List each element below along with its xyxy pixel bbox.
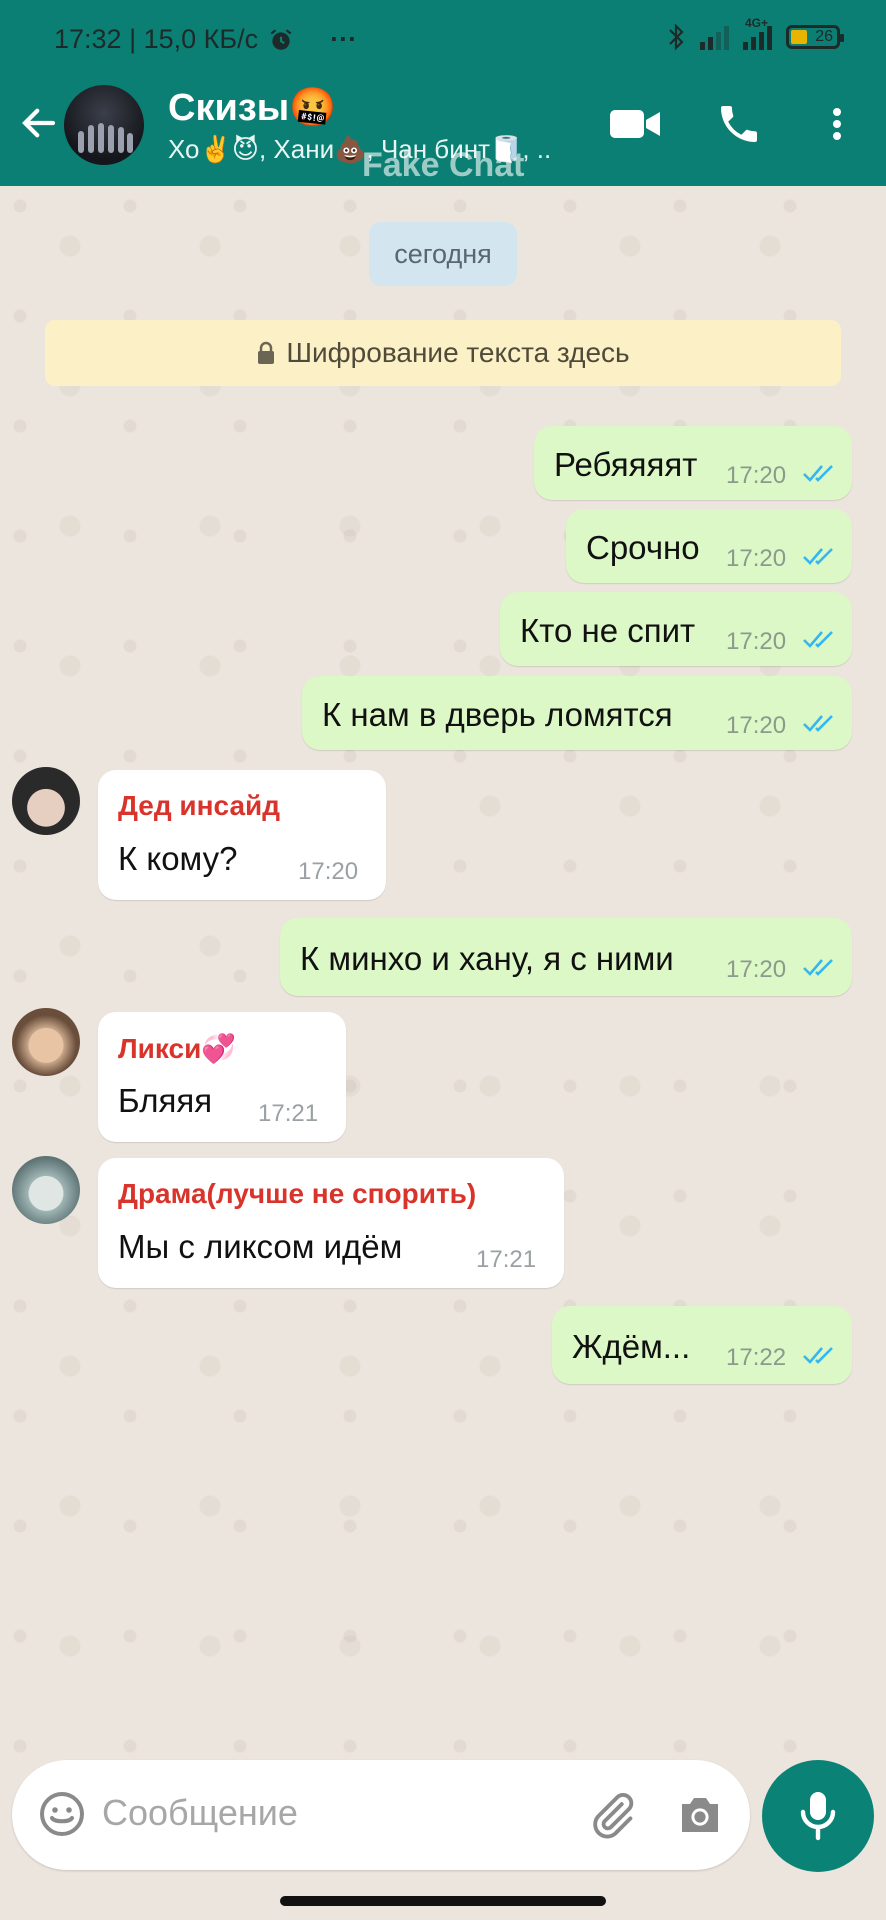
composer-bar: Сообщение <box>0 1760 886 1920</box>
mic-icon <box>800 1792 836 1841</box>
message-text: Ждём... <box>572 1328 691 1365</box>
message-time: 17:20 <box>726 462 787 489</box>
video-call-icon[interactable] <box>608 100 662 148</box>
message-text: К кому? <box>118 840 238 877</box>
message-time: 17:20 <box>726 712 787 739</box>
message-input[interactable]: Сообщение <box>12 1760 750 1870</box>
watermark: Fake Chat <box>362 146 525 184</box>
message-time: 17:20 <box>726 956 787 983</box>
emoji-icon[interactable] <box>38 1790 86 1838</box>
message-placeholder: Сообщение <box>102 1792 298 1833</box>
message-time: 17:22 <box>726 1344 787 1371</box>
message-bubble[interactable]: К минхо и хану, я с ними 17:20 <box>280 918 852 996</box>
message-text: Срочно <box>586 529 700 566</box>
double-check-icon <box>803 1347 833 1364</box>
attach-icon[interactable] <box>586 1790 638 1842</box>
encryption-notice[interactable]: Шифрование текста здесь <box>45 320 841 386</box>
message-bubble[interactable]: Ждём... 17:22 <box>552 1306 852 1384</box>
chat-title[interactable]: Скизы🤬 <box>168 86 336 130</box>
message-bubble[interactable]: Срочно 17:20 <box>566 509 852 583</box>
sender-name[interactable]: Ликси💞 <box>118 1032 236 1065</box>
message-bubble[interactable]: Драма(лучше не спорить) Мы с ликсом идём… <box>98 1158 564 1288</box>
double-check-icon <box>803 465 833 482</box>
message-time: 17:21 <box>258 1100 319 1127</box>
message-bubble[interactable]: Ребяяяят 17:20 <box>534 426 852 500</box>
more-vert-icon[interactable] <box>822 100 852 148</box>
message-bubble[interactable]: К нам в дверь ломятся 17:20 <box>302 676 852 750</box>
gesture-bar[interactable] <box>280 1896 606 1906</box>
double-check-icon <box>803 631 833 648</box>
signal-icon <box>700 24 729 50</box>
sender-name[interactable]: Дед инсайд <box>118 790 280 822</box>
message-time: 17:20 <box>726 545 787 572</box>
sender-name[interactable]: Драма(лучше не спорить) <box>118 1178 476 1210</box>
message-text: К нам в дверь ломятся <box>322 696 673 733</box>
battery-icon: 26 <box>786 25 844 49</box>
double-check-icon <box>803 959 833 976</box>
message-bubble[interactable]: Кто не спит 17:20 <box>500 592 852 666</box>
lock-icon <box>258 341 275 364</box>
message-text: Бляяя <box>118 1082 213 1119</box>
message-text: К минхо и хану, я с ними <box>300 940 674 977</box>
chat-header[interactable]: Скизы🤬 Хо✌️😈, Хани💩, Чан бинт🧻, .. Fake … <box>0 80 886 186</box>
bluetooth-icon <box>669 23 684 51</box>
message-bubble[interactable]: Дед инсайд К кому? 17:20 <box>98 770 386 900</box>
encryption-text: Шифрование текста здесь <box>286 337 630 368</box>
status-dots: ··· <box>330 24 358 54</box>
network-type: 4G+ <box>745 16 769 30</box>
chat-area[interactable]: сегодня Шифрование текста здесь Ребяяяят… <box>0 186 886 1760</box>
message-text: Ребяяяят <box>554 446 698 483</box>
double-check-icon <box>803 548 833 565</box>
camera-icon[interactable] <box>676 1792 724 1836</box>
message-bubble[interactable]: Ликси💞 Бляяя 17:21 <box>98 1012 346 1142</box>
message-time: 17:20 <box>726 628 787 655</box>
double-check-icon <box>803 715 833 732</box>
message-time: 17:21 <box>476 1246 537 1273</box>
message-time: 17:20 <box>298 858 359 885</box>
sender-avatar[interactable] <box>12 1008 80 1076</box>
group-avatar[interactable] <box>64 85 144 165</box>
status-time-speed: 17:32 | 15,0 КБ/с <box>54 24 259 54</box>
sender-avatar[interactable] <box>12 1156 80 1224</box>
top-bar: 17:32 | 15,0 КБ/с ··· 4G+ 26 Скизы🤬 Хо✌️… <box>0 0 886 186</box>
alarm-icon <box>270 28 292 50</box>
message-text: Кто не спит <box>520 612 696 649</box>
mic-button[interactable] <box>762 1760 874 1872</box>
battery-level: 26 <box>815 28 833 45</box>
sender-avatar[interactable] <box>12 767 80 835</box>
status-bar: 17:32 | 15,0 КБ/с ··· 4G+ 26 <box>0 0 886 80</box>
back-arrow-icon[interactable] <box>18 102 60 144</box>
message-text: Мы с ликсом идём <box>118 1228 403 1265</box>
phone-icon[interactable] <box>712 100 766 148</box>
date-chip: сегодня <box>369 222 517 286</box>
